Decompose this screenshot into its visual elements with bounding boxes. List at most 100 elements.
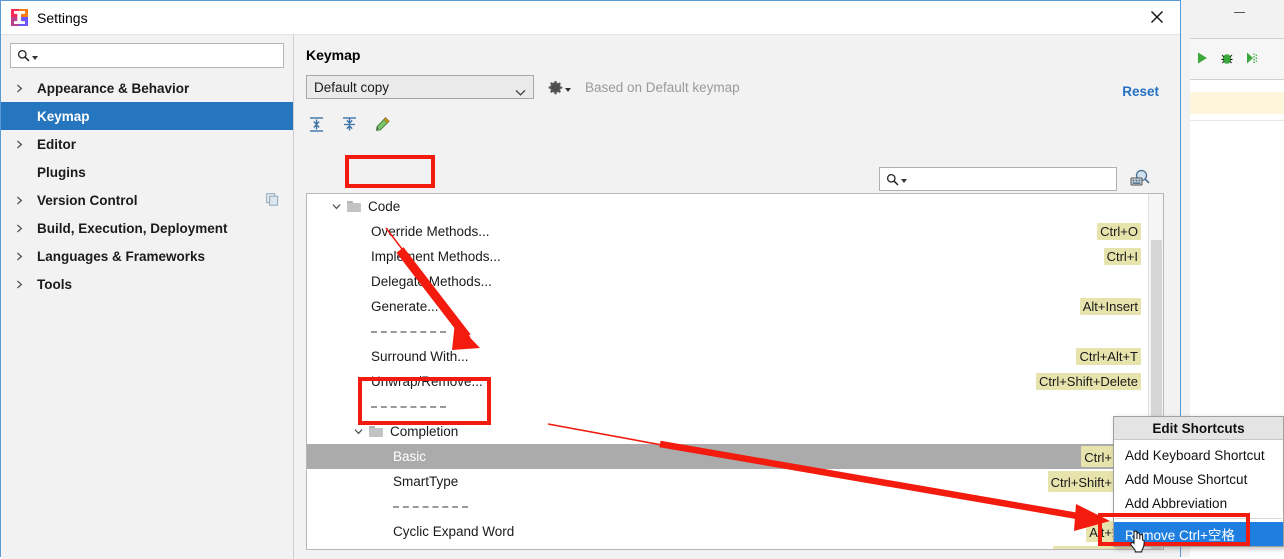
tree-item-label: Delegate Methods... — [371, 274, 492, 289]
sidebar-item-tools[interactable]: Tools — [1, 270, 293, 298]
context-menu-item-add-abbreviation[interactable]: Add Abbreviation — [1114, 491, 1283, 515]
debug-icon[interactable] — [1219, 50, 1235, 69]
tree-item-label: Unwrap/Remove... — [371, 374, 483, 389]
sidebar-nav-list: Appearance & Behavior Keymap Editor Plugins… — [1, 74, 293, 298]
tree-item-label: Surround With... — [371, 349, 469, 364]
ide-editor-divider — [1190, 120, 1284, 121]
sidebar-item-label: Languages & Frameworks — [37, 248, 206, 264]
search-icon — [886, 173, 899, 186]
tree-item-label: Implement Methods... — [371, 249, 501, 264]
dialog-titlebar: Settings — [1, 1, 1180, 35]
context-menu-item-add-keyboard-shortcut[interactable]: Add Keyboard Shortcut — [1114, 443, 1283, 467]
sidebar-item-appearance-behavior[interactable]: Appearance & Behavior — [1, 74, 293, 102]
reset-link[interactable]: Reset — [1122, 84, 1159, 99]
context-menu-items: Add Keyboard Shortcut Add Mouse Shortcut A… — [1114, 440, 1283, 546]
tree-dashed-separator — [371, 405, 446, 408]
tree-action-row[interactable]: Unwrap/Remove... Ctrl+Shift+Delete — [307, 369, 1149, 394]
pane-header: Keymap — [294, 35, 1180, 63]
sidebar-item-editor[interactable]: Editor — [1, 130, 293, 158]
tree-separator — [307, 319, 1149, 344]
chevron-right-icon — [15, 280, 28, 289]
minimize-icon[interactable] — [1228, 2, 1250, 16]
tree-folder-row[interactable]: Code — [307, 194, 1149, 219]
tree-item-label: Code — [368, 199, 401, 214]
tree-action-row[interactable]: Cyclic Expand WordAlt+斜杠 — [307, 519, 1149, 544]
keymap-settings-pane: Keymap Reset Default copy Based on Defau… — [294, 35, 1180, 559]
copy-icon[interactable] — [266, 193, 279, 206]
chevron-down-icon[interactable] — [351, 427, 365, 436]
chevron-down-icon — [515, 84, 526, 96]
based-on-label: Based on Default keymap — [585, 79, 740, 95]
sidebar-item-label: Version Control — [37, 192, 138, 208]
tree-item-label: Basic — [393, 449, 427, 464]
shortcut-badge: Ctrl+I — [1103, 248, 1141, 265]
chevron-right-icon — [15, 196, 28, 205]
tree-folder-row[interactable]: Completion — [307, 419, 1149, 444]
keymap-select[interactable]: Default copy — [306, 75, 534, 99]
intellij-idea-icon — [11, 9, 28, 26]
tree-action-row[interactable]: Override Methods... Ctrl+O — [307, 219, 1149, 244]
edit-pencil-icon[interactable] — [374, 116, 391, 133]
find-by-shortcut-icon[interactable] — [1129, 167, 1151, 191]
tree-action-row[interactable]: Implement Methods... Ctrl+I — [307, 244, 1149, 269]
gear-dropdown-chevron-icon[interactable] — [565, 88, 571, 92]
gear-icon[interactable] — [548, 80, 571, 95]
tree-item-label: Cyclic Expand Word (Backward) — [393, 549, 586, 550]
sidebar-item-label: Build, Execution, Deployment — [37, 220, 228, 236]
sidebar-item-label: Plugins — [37, 164, 86, 180]
ide-run-toolbar — [1190, 38, 1284, 80]
tree-separator — [307, 394, 1149, 419]
tree-item-label: Cyclic Expand Word — [393, 524, 515, 539]
tree-item-label: Override Methods... — [371, 224, 490, 239]
keymap-tree-panel: Code Override Methods... Ctrl+O Implement M… — [306, 193, 1164, 550]
tree-dashed-separator — [371, 330, 446, 333]
tree-action-row[interactable]: Basic Ctrl+空格 — [307, 444, 1149, 469]
edit-shortcuts-context-menu: Edit Shortcuts Add Keyboard Shortcut Add … — [1113, 416, 1284, 547]
context-menu-separator — [1115, 518, 1282, 519]
close-icon[interactable] — [1134, 1, 1180, 33]
tree-action-row[interactable]: SmartType Ctrl+Shift+空格 — [307, 469, 1149, 494]
sidebar-item-plugins[interactable]: Plugins — [1, 158, 293, 186]
tree-action-row[interactable]: Generate... Alt+Insert — [307, 294, 1149, 319]
run-icon[interactable] — [1194, 50, 1210, 69]
sidebar-item-keymap[interactable]: Keymap — [1, 102, 293, 130]
shortcut-badge: Ctrl+Shift+Delete — [1036, 373, 1141, 390]
folder-icon — [369, 426, 383, 437]
keymap-search-input[interactable] — [907, 170, 1116, 188]
sidebar-item-label: Keymap — [37, 108, 90, 124]
keymap-select-value: Default copy — [314, 79, 390, 95]
page-title: Keymap — [306, 47, 361, 63]
tree-action-row[interactable]: Delegate Methods... — [307, 269, 1149, 294]
chevron-down-icon[interactable] — [329, 202, 343, 211]
context-menu-item-remove-ctrl[interactable]: Remove Ctrl+空格 — [1114, 522, 1283, 546]
search-icon — [17, 49, 30, 62]
settings-sidebar: Appearance & Behavior Keymap Editor Plugins… — [1, 35, 294, 559]
tree-action-row[interactable]: Cyclic Expand Word (Backward)Alt+Shift+斜… — [307, 544, 1149, 550]
run-with-coverage-icon[interactable] — [1244, 50, 1260, 69]
tree-toolbar — [308, 116, 1180, 133]
tree-item-label: Generate... — [371, 299, 439, 314]
tree-action-row[interactable]: Surround With... Ctrl+Alt+T — [307, 344, 1149, 369]
sidebar-search-wrap — [1, 35, 293, 74]
sidebar-item-label: Appearance & Behavior — [37, 80, 190, 96]
chevron-right-icon — [15, 84, 28, 93]
shortcut-badge: Alt+Insert — [1079, 298, 1141, 315]
sidebar-item-version-control[interactable]: Version Control — [1, 186, 293, 214]
keymap-selector-row: Default copy Based on Default keymap — [306, 75, 1180, 99]
chevron-right-icon — [15, 252, 28, 261]
collapse-all-icon[interactable] — [341, 116, 358, 133]
settings-search-field[interactable] — [10, 43, 284, 68]
context-menu-header: Edit Shortcuts — [1114, 417, 1283, 440]
sidebar-item-label: Tools — [37, 276, 72, 292]
shortcut-badge: Ctrl+Alt+T — [1076, 348, 1141, 365]
tree-item-label: SmartType — [393, 474, 459, 489]
expand-all-icon[interactable] — [308, 116, 325, 133]
dialog-title: Settings — [37, 9, 88, 26]
dialog-body: Appearance & Behavior Keymap Editor Plugins… — [1, 35, 1180, 559]
context-menu-item-add-mouse-shortcut[interactable]: Add Mouse Shortcut — [1114, 467, 1283, 491]
tree-dashed-separator — [393, 505, 468, 508]
sidebar-item-build-execution-deployment[interactable]: Build, Execution, Deployment — [1, 214, 293, 242]
sidebar-item-languages-frameworks[interactable]: Languages & Frameworks — [1, 242, 293, 270]
settings-search-input[interactable] — [38, 47, 283, 64]
keymap-search-field[interactable] — [879, 167, 1117, 191]
